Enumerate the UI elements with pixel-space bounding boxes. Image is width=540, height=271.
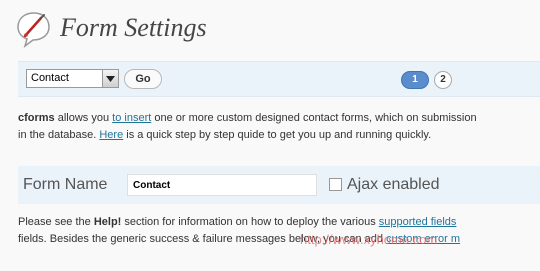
form-select-value: Contact [31,72,69,84]
page-2-button[interactable]: 2 [434,71,452,89]
form-name-label: Form Name [23,176,108,193]
cforms-logo-icon [16,10,52,48]
form-select[interactable]: Contact [26,69,119,88]
help-text: Please see the Help! section for informa… [18,214,540,248]
help-bold: Help! [93,216,122,228]
page-1-button[interactable]: 1 [401,71,429,89]
brand-name: cforms [18,112,55,124]
go-button[interactable]: Go [124,69,162,89]
intro-text-part: is a quick step by step quide to get you… [123,129,432,141]
form-toolbar: Contact Go 1 2 [18,61,540,97]
form-name-row: Form Name Contact Ajax enabled [18,166,540,204]
ajax-label[interactable]: Ajax enabled [347,176,440,194]
intro-text-part: allows you [54,112,113,124]
form-name-input[interactable]: Contact [127,174,317,196]
watermark: http://www.xyhome.com [300,232,438,247]
intro-text: cforms allows you to insert one or more … [18,110,540,144]
help-text-part: section for information on how to deploy… [121,216,379,228]
guide-link[interactable]: Here [99,129,123,141]
insert-link[interactable]: to insert [112,112,151,124]
intro-text-part: one or more custom designed contact form… [151,112,477,124]
help-text-part: Please see the [18,216,94,228]
form-name-value: Contact [133,180,171,191]
intro-text-part: in the database. [18,129,100,141]
supported-fields-link[interactable]: supported fields [379,216,457,228]
chevron-down-icon[interactable] [102,70,118,87]
ajax-checkbox[interactable] [329,178,342,191]
page-header: Form Settings [0,0,540,58]
page-title: Form Settings [60,13,207,42]
